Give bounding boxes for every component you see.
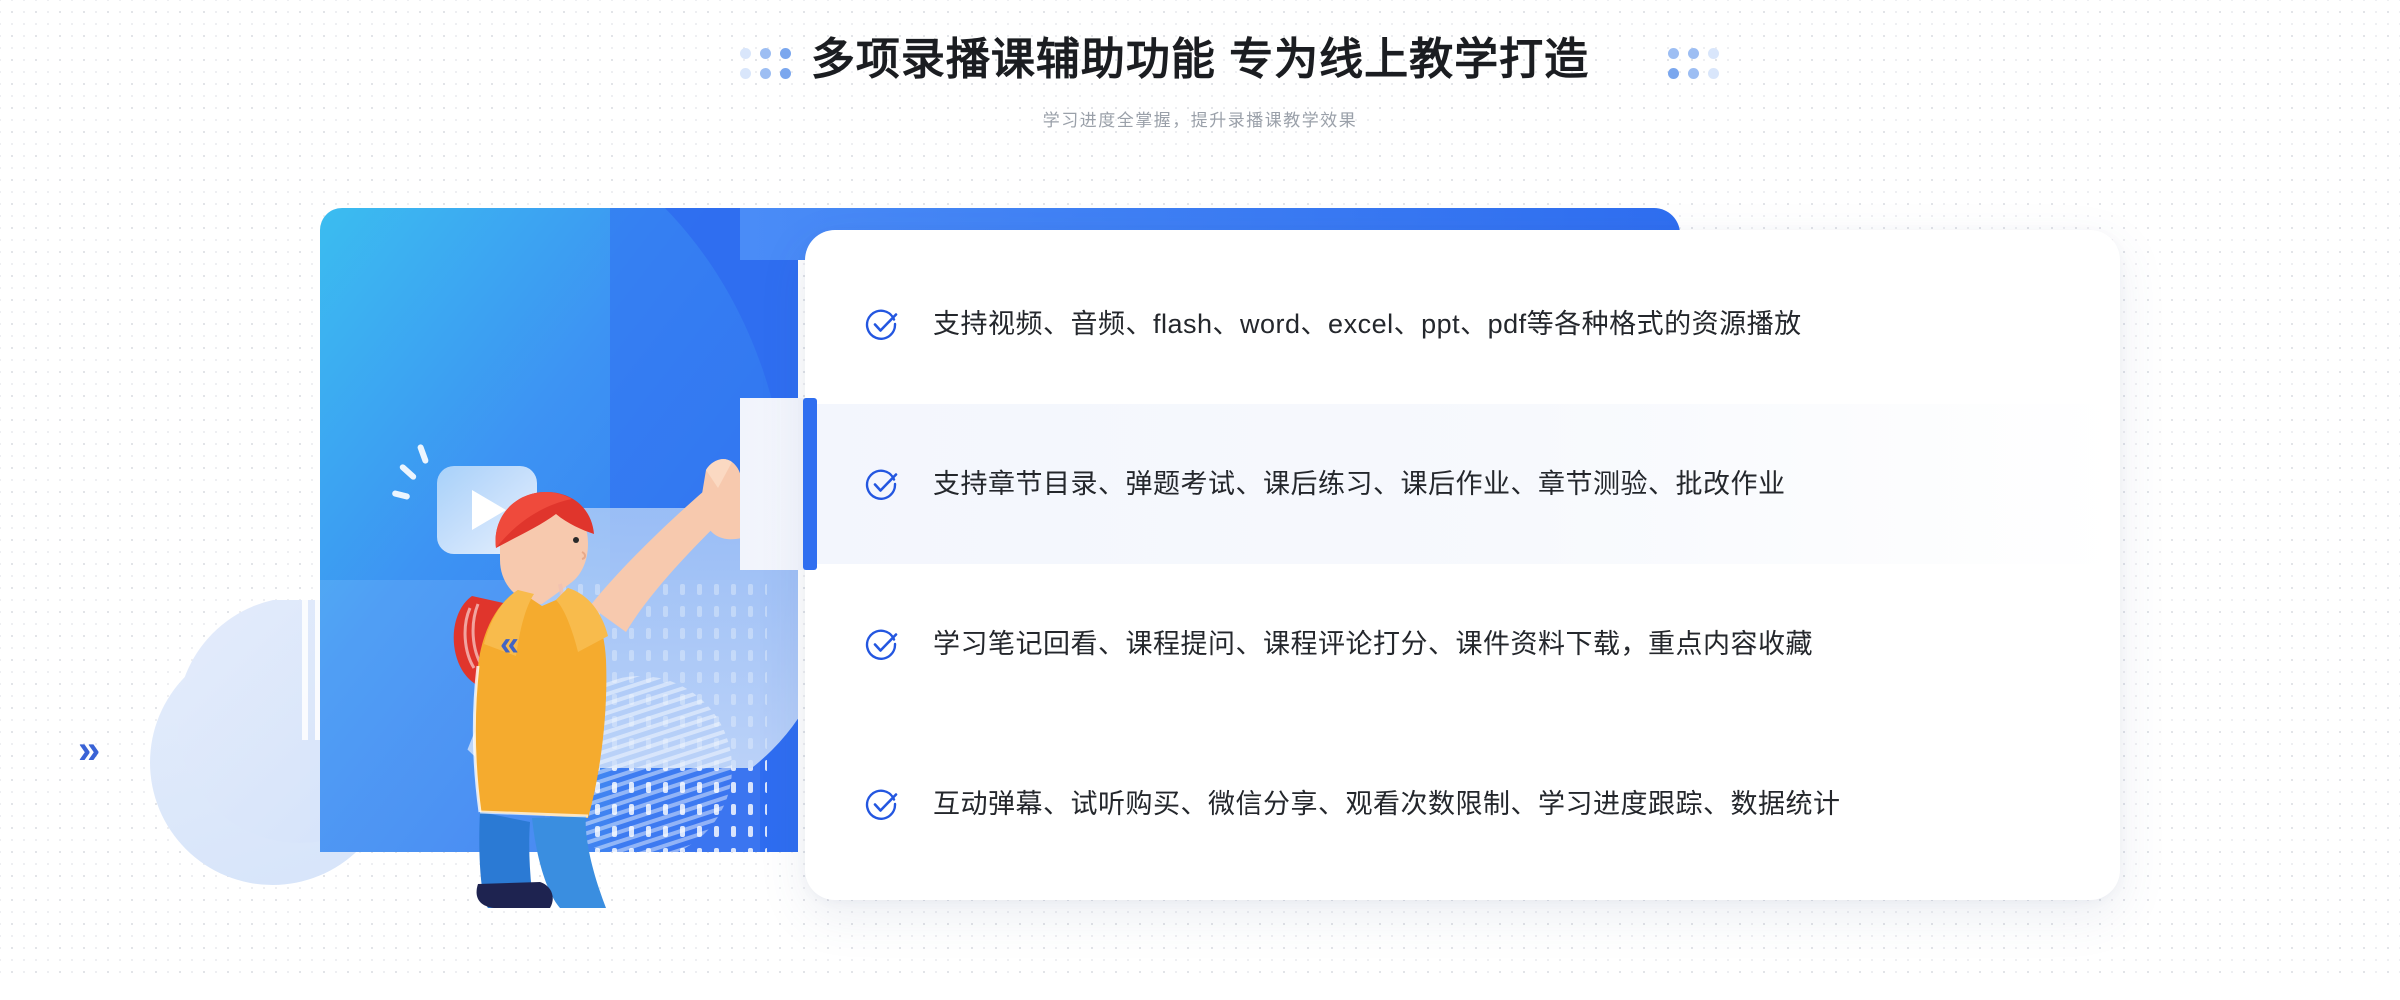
page-subtitle: 学习进度全掌握，提升录播课教学效果: [1042, 111, 1358, 130]
page-title: 多项录播课辅助功能 专为线上教学打造: [810, 35, 1590, 84]
feature-row-4[interactable]: 互动弹幕、试听购买、微信分享、观看次数限制、学习进度跟踪、数据统计: [805, 724, 2120, 884]
feature-label: 支持视频、音频、flash、word、excel、ppt、pdf等各种格式的资源…: [933, 308, 1802, 339]
feature-row-1[interactable]: 支持视频、音频、flash、word、excel、ppt、pdf等各种格式的资源…: [805, 244, 2120, 404]
highlight-row-tab: [803, 398, 817, 570]
header: 多项录播课辅助功能 专为线上教学打造 学习进度全掌握，提升录播课教学效果: [0, 0, 2400, 170]
features-card: 支持视频、音频、flash、word、excel、ppt、pdf等各种格式的资源…: [805, 230, 2120, 900]
chevron-double-left-icon: «: [500, 625, 519, 663]
check-circle-icon: [865, 789, 898, 820]
dot-cluster-icon-right: [1668, 48, 1724, 84]
check-circle-icon: [865, 309, 898, 340]
feature-label: 支持章节目录、弹题考试、课后练习、课后作业、章节测验、批改作业: [933, 468, 1786, 499]
check-circle-icon: [865, 629, 898, 660]
features-list: 支持视频、音频、flash、word、excel、ppt、pdf等各种格式的资源…: [805, 230, 2120, 900]
feature-label: 互动弹幕、试听购买、微信分享、观看次数限制、学习进度跟踪、数据统计: [933, 788, 1841, 819]
chevron-double-right-icon: »: [78, 728, 101, 772]
feature-row-2[interactable]: 支持章节目录、弹题考试、课后练习、课后作业、章节测验、批改作业: [805, 404, 2120, 564]
dot-cluster-icon-left: [740, 48, 796, 84]
check-circle-icon: [865, 469, 898, 500]
feature-label: 学习笔记回看、课程提问、课程评论打分、课件资料下载，重点内容收藏: [933, 628, 1813, 659]
feature-row-3[interactable]: 学习笔记回看、课程提问、课程评论打分、课件资料下载，重点内容收藏: [805, 564, 2120, 724]
